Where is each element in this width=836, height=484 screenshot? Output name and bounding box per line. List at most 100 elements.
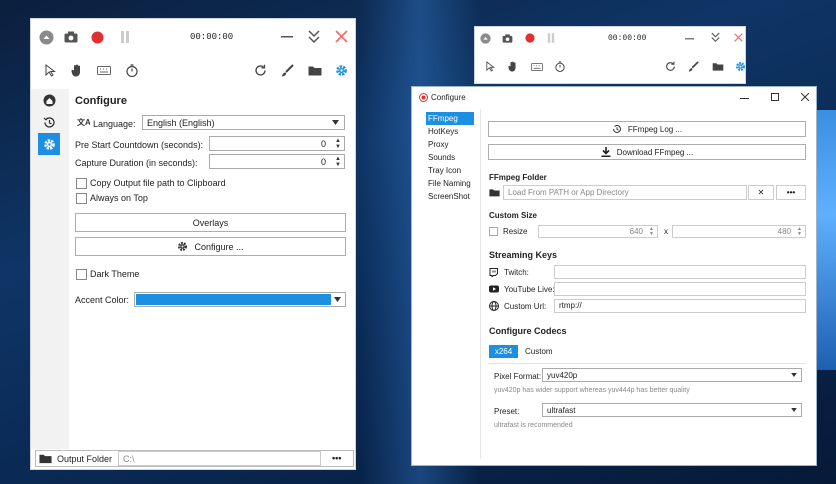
folder-icon[interactable] [712,62,724,71]
home-icon [43,94,56,107]
chevron-down-icon [791,408,797,412]
camera-icon[interactable] [64,31,78,43]
history-icon [612,124,622,134]
height-input[interactable]: 480 ▲ ▼ [672,225,806,238]
panel-title: Configure [75,95,127,107]
width-input[interactable]: 640 ▲ ▼ [538,225,658,238]
folder-more-button[interactable]: ••• [776,185,806,200]
folder-icon[interactable] [489,188,500,197]
desktop-window-edge [815,110,836,370]
custom-url-label: Custom Url: [504,302,547,311]
minimize-icon[interactable] [685,38,694,40]
folder-icon[interactable] [308,65,322,76]
timer-icon[interactable] [555,61,565,72]
output-folder-value: C:\ [123,454,135,464]
language-select[interactable]: English (English) [142,115,345,130]
close-icon[interactable] [734,33,743,42]
clear-folder-button[interactable]: ✕ [748,185,774,200]
overlays-button[interactable]: Overlays [75,213,346,232]
twitch-key-input[interactable] [554,265,806,279]
hand-icon[interactable] [71,64,83,77]
timer-icon[interactable] [126,64,138,77]
history-tab[interactable] [38,111,60,133]
ffmpeg-log-button[interactable]: FFmpeg Log ... [488,121,806,137]
close-icon[interactable] [335,30,348,43]
custom-url-input[interactable]: rtmp:// [554,299,806,313]
folder-icon[interactable] [39,453,52,464]
brush-icon[interactable] [281,64,294,77]
cursor-icon[interactable] [486,61,495,72]
spinner-down-icon[interactable]: ▼ [335,144,341,150]
settings-tab[interactable] [38,133,60,155]
youtube-key-input[interactable] [554,282,806,296]
keyboard-icon[interactable] [531,63,543,71]
height-value: 480 [777,227,791,236]
pause-icon[interactable] [547,33,555,43]
nav-divider [480,109,481,459]
hand-icon[interactable] [508,61,518,72]
keyboard-icon[interactable] [97,66,111,75]
nav-file-naming[interactable]: File Naming [426,177,474,190]
status-circle-icon[interactable] [39,30,54,45]
nav-screenshot[interactable]: ScreenShot [426,190,474,203]
close-icon[interactable] [801,93,809,101]
ffmpeg-folder-input[interactable]: Load From PATH or App Directory [503,185,747,200]
capture-duration-input[interactable]: 0 ▲ ▼ [209,154,345,169]
record-icon[interactable] [525,33,535,43]
configure-window: Configure FFmpeg HotKeys Proxy Sounds Tr… [411,86,817,466]
accent-color-picker[interactable] [134,292,346,307]
refresh-icon[interactable] [254,64,267,77]
overlays-label: Overlays [192,217,229,228]
chevrons-down-icon[interactable] [711,32,720,43]
output-folder-input[interactable]: C:\ [118,451,321,466]
brush-icon[interactable] [688,61,699,72]
pixel-format-select[interactable]: yuv420p [542,368,802,382]
chevron-down-icon [791,373,797,377]
width-value: 640 [629,227,643,236]
preset-select[interactable]: ultrafast [542,403,802,417]
nav-hotkeys[interactable]: HotKeys [426,125,474,138]
minimize-icon[interactable] [740,98,749,99]
download-ffmpeg-button[interactable]: Download FFmpeg ... [488,144,806,160]
ffmpeg-log-label: FFmpeg Log ... [627,124,683,134]
language-value: English (English) [147,118,215,128]
chevron-down-icon [334,297,341,302]
nav-proxy[interactable]: Proxy [426,138,474,151]
cursor-icon[interactable] [45,64,56,77]
ffmpeg-folder-title: FFmpeg Folder [489,173,547,182]
resize-checkbox[interactable] [489,227,498,236]
nav-sounds[interactable]: Sounds [426,151,474,164]
youtube-icon [489,285,499,293]
pre-start-input[interactable]: 0 ▲ ▼ [209,136,345,151]
svg-text:文A: 文A [77,117,90,127]
settings-gear-icon[interactable] [735,61,746,72]
output-folder-more-button[interactable]: ••• [332,453,341,463]
dark-theme-label: Dark Theme [90,269,140,279]
codec-tab-custom[interactable]: Custom [525,347,553,356]
copy-output-checkbox[interactable] [76,178,87,189]
maximize-icon[interactable] [771,93,779,101]
record-icon[interactable] [91,31,104,44]
chevrons-down-icon[interactable] [308,30,320,44]
status-circle-icon[interactable] [480,33,491,44]
pre-start-value: 0 [320,139,326,149]
codec-tab-x264[interactable]: x264 [489,345,518,358]
minimize-icon[interactable] [281,36,293,38]
nav-tray-icon[interactable]: Tray Icon [426,164,474,177]
dark-theme-checkbox[interactable] [76,269,87,280]
always-on-top-checkbox[interactable] [76,193,87,204]
pre-start-label: Pre Start Countdown (seconds): [75,140,204,150]
refresh-icon[interactable] [665,61,676,72]
spinner-down-icon[interactable]: ▼ [797,231,802,237]
settings-gear-icon[interactable] [335,64,348,77]
pause-icon[interactable] [120,31,130,43]
history-icon [43,116,56,129]
accent-color-swatch [136,294,331,305]
spinner-down-icon[interactable]: ▼ [335,162,341,168]
language-label: Language: [93,119,136,129]
home-tab[interactable] [38,89,60,111]
spinner-down-icon[interactable]: ▼ [649,231,654,237]
nav-ffmpeg[interactable]: FFmpeg [426,112,474,125]
camera-icon[interactable] [502,34,513,43]
configure-button[interactable]: Configure ... [75,237,346,256]
